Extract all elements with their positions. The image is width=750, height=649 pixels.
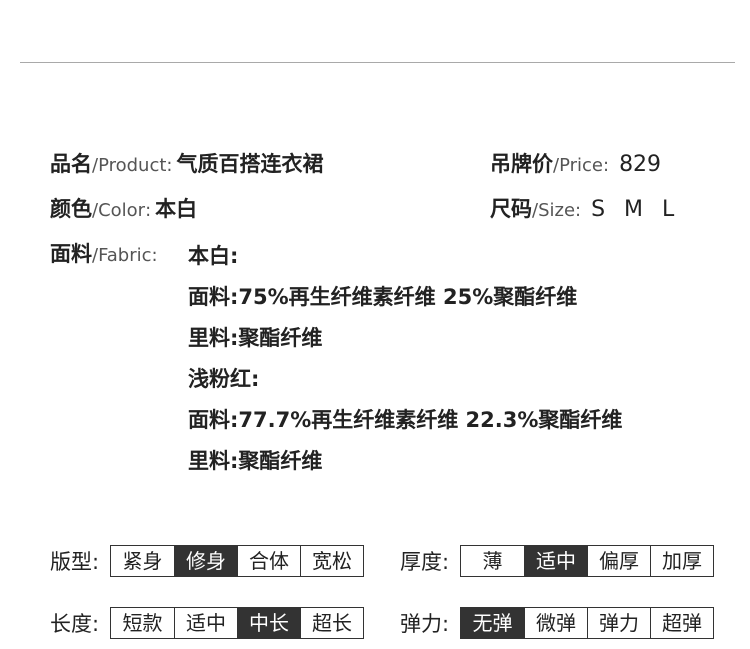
color-label-sep: : [145,200,152,221]
length-option: 短款 [111,608,174,638]
elasticity-option: 微弹 [524,608,587,638]
length-row: 长度: 短款 适中 中长 超长 [50,607,364,639]
thickness-row: 厚度: 薄 适中 偏厚 加厚 [400,545,714,577]
fit-option: 宽松 [300,546,363,576]
length-option: 中长 [237,608,300,638]
fit-option: 紧身 [111,546,174,576]
fabric-row: 面料 /Fabric : [50,238,158,268]
length-option: 适中 [174,608,237,638]
length-options: 短款 适中 中长 超长 [110,607,364,639]
thickness-options: 薄 适中 偏厚 加厚 [460,545,714,577]
elasticity-row: 弹力: 无弹 微弹 弹力 超弹 [400,607,714,639]
price-value: 829 [619,152,662,177]
price-label-sep: : [602,155,610,176]
fit-row: 版型: 紧身 修身 合体 宽松 [50,545,364,577]
fabric-line: 面料:75%再生纤维素纤维 25%聚酯纤维 [188,285,578,309]
elasticity-option: 弹力 [587,608,650,638]
size-value: S M L [591,197,681,222]
price-row: 吊牌价 /Price : 829 [490,148,661,178]
size-label-cn: 尺码 [490,197,532,221]
length-option: 超长 [300,608,363,638]
fit-option: 合体 [237,546,300,576]
thickness-option: 加厚 [650,546,713,576]
product-label-cn: 品名 [50,152,92,176]
thickness-label: 厚度: [400,550,450,574]
fabric-line: 里料:聚酯纤维 [188,449,323,473]
fabric-details: 本白: 面料:75%再生纤维素纤维 25%聚酯纤维 里料:聚酯纤维 浅粉红: 面… [188,236,622,482]
color-value: 本白 [155,197,198,221]
fit-label: 版型: [50,550,100,574]
product-name-value: 气质百搭连衣裙 [176,152,324,176]
fabric-label-cn: 面料 [50,242,92,266]
size-label-en: /Size [532,200,576,221]
fabric-line: 本白: [188,244,239,268]
fabric-line: 面料:77.7%再生纤维素纤维 22.3%聚酯纤维 [188,408,623,432]
price-label-en: /Price [553,155,603,176]
elasticity-options: 无弹 微弹 弹力 超弹 [460,607,714,639]
fit-options: 紧身 修身 合体 宽松 [110,545,364,577]
size-label-sep: : [575,200,582,221]
product-name-row: 品名 /Product : 气质百搭连衣裙 [50,148,324,178]
product-label-sep: : [166,155,173,176]
elasticity-label: 弹力: [400,612,450,636]
top-divider [20,62,735,63]
length-label: 长度: [50,612,100,636]
fabric-label-en: /Fabric [92,245,152,266]
fabric-line: 里料:聚酯纤维 [188,326,323,350]
fabric-line: 浅粉红: [188,367,260,391]
product-label-en: /Product [92,155,167,176]
size-row: 尺码 /Size : S M L [490,193,680,223]
thickness-option: 偏厚 [587,546,650,576]
color-row: 颜色 /Color : 本白 [50,193,197,223]
color-label-en: /Color [92,200,146,221]
price-label-cn: 吊牌价 [490,152,553,176]
color-label-cn: 颜色 [50,197,92,221]
elasticity-option: 超弹 [650,608,713,638]
thickness-option: 适中 [524,546,587,576]
fit-option: 修身 [174,546,237,576]
thickness-option: 薄 [461,546,524,576]
fabric-label-sep: : [151,245,158,266]
elasticity-option: 无弹 [461,608,524,638]
